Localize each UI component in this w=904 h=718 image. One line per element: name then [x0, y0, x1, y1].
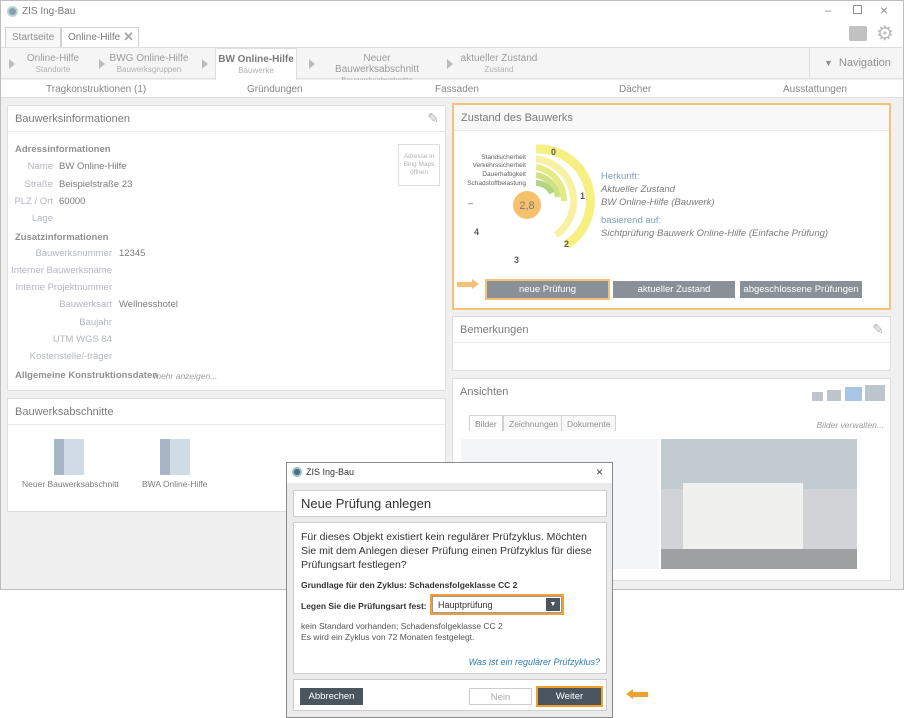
zyklus-grundlage: Grundlage für den Zyklus: Schadensfolgek…: [301, 580, 518, 590]
dialog-title-bar: ZIS Ing-Bau ×: [287, 463, 612, 483]
dialog-footer: Abbrechen Nein Weiter: [293, 679, 607, 711]
dialog-message: Für dieses Objekt existiert kein regulär…: [301, 531, 592, 571]
pruefzyklus-help-link[interactable]: Was ist ein regulärer Prüfzyklus?: [469, 657, 600, 667]
pruefungsart-label: Legen Sie die Prüfungsart fest:: [301, 601, 427, 611]
pruefungsart-value: Hauptprüfung: [438, 600, 493, 610]
abbrechen-button[interactable]: Abbrechen: [300, 688, 363, 705]
weiter-button[interactable]: Weiter: [536, 686, 603, 707]
zyklus-info: kein Standard vorhanden; Schadensfolgekl…: [301, 621, 503, 631]
arrow-left-icon: [633, 692, 648, 697]
dialog-close-icon[interactable]: ×: [596, 465, 603, 479]
chevron-down-icon[interactable]: ▼: [546, 598, 560, 611]
dialog-title: ZIS Ing-Bau: [306, 467, 355, 477]
dialog-body: Für dieses Objekt existiert kein regulär…: [293, 522, 607, 674]
nein-button[interactable]: Nein: [469, 688, 532, 705]
dialog-window: ZIS Ing-Bau × Neue Prüfung anlegen Für d…: [286, 462, 613, 718]
app-logo-icon: [292, 467, 302, 477]
zyklus-info: Es wird ein Zyklus von 72 Monaten festge…: [301, 632, 475, 642]
arrow-left-icon-head: [626, 689, 633, 699]
pruefungsart-select[interactable]: Hauptprüfung ▼: [430, 594, 564, 615]
dialog-heading: Neue Prüfung anlegen: [293, 490, 607, 517]
